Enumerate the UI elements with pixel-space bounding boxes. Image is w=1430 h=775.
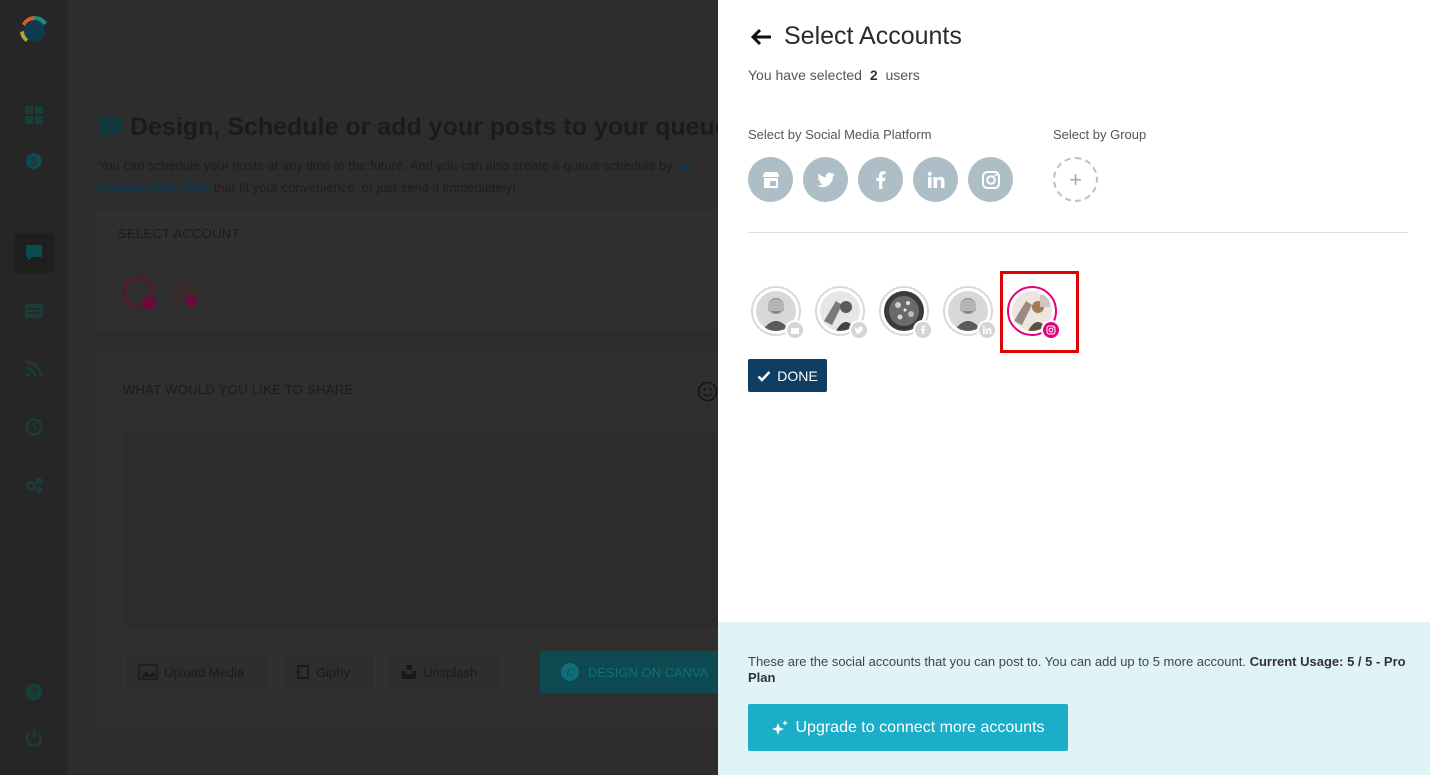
page-header: Design, Schedule or add your posts to yo… [98,113,729,142]
selection-highlight [1000,271,1079,353]
share-label: WHAT WOULD YOU LIKE TO SHARE [123,382,354,397]
done-button[interactable]: DONE [748,359,827,392]
platform-section-label: Select by Social Media Platform [748,127,932,142]
select-accounts-panel: Select Accounts You have selected 2 user… [718,0,1430,775]
selected-count: 2 [869,67,878,83]
design-on-canva-label: DESIGN ON CANVA [588,664,709,680]
unsplash-label: Unsplash [423,664,478,680]
nav-logout[interactable] [14,718,54,758]
app-logo-icon [20,15,47,42]
back-arrow-icon[interactable] [750,25,774,49]
nav-compose[interactable] [14,233,54,273]
compose-icon [26,245,42,261]
nav-settings[interactable] [14,465,54,505]
help-icon: ? [25,683,43,701]
done-label: DONE [777,367,818,384]
page-title: Design, Schedule or add your posts to yo… [130,113,729,141]
dollar-icon: $ [26,153,42,169]
panel-title: Select Accounts [784,22,962,50]
platform-linkedin[interactable] [913,157,958,202]
nav-feeds[interactable] [14,349,54,389]
desc-link[interactable]: se [676,158,690,173]
check-icon [757,370,771,382]
facebook-icon [875,170,885,189]
upgrade-label: Upgrade to connect more accounts [795,718,1045,736]
plus-icon: + [1069,166,1082,192]
post-textarea[interactable] [123,430,723,630]
platform-google-business[interactable] [748,157,793,202]
twitter-badge-icon [849,320,869,340]
giphy-icon [297,665,309,679]
account-twitter[interactable] [815,286,869,340]
platform-instagram[interactable] [968,157,1013,202]
history-icon [25,418,43,436]
giphy-button[interactable]: Giphy [281,651,376,693]
desc-text: You can schedule your posts at any time … [98,158,677,173]
design-on-canva-button[interactable]: C DESIGN ON CANVA [540,651,730,693]
unsplash-icon [402,665,416,679]
svg-text:C: C [566,667,574,679]
select-account-label: SELECT ACCOUNT [118,226,240,241]
platform-twitter[interactable] [803,157,848,202]
nav-dashboard[interactable] [14,95,54,135]
footer-info-text: These are the social accounts that you c… [748,654,1413,686]
page-description: You can schedule your posts at any time … [98,155,718,199]
panel-header: Select Accounts [750,22,962,51]
nav-queue[interactable] [14,291,54,331]
google-my-business-badge-icon [785,320,805,340]
account-linkedin[interactable] [943,286,997,340]
upload-media-button[interactable]: Upload Media [123,651,271,693]
power-icon [25,729,43,747]
svg-text:?: ? [30,685,37,699]
section-divider [748,232,1408,233]
footer-text: These are the social accounts that you c… [748,654,1246,669]
image-icon [138,664,158,680]
remove-badge[interactable] [142,296,156,310]
upgrade-button[interactable]: Upgrade to connect more accounts [748,704,1068,751]
upload-media-label: Upload Media [164,664,245,680]
group-section-label: Select by Group [1053,127,1147,142]
panel-footer: These are the social accounts that you c… [718,622,1430,775]
selected-prefix: You have selected [748,67,862,83]
rss-icon [25,360,43,378]
instagram-badge-icon [185,295,197,307]
instagram-icon [981,170,1000,189]
sparkle-stars-icon [772,719,789,735]
svg-text:$: $ [31,156,37,168]
platform-facebook[interactable] [858,157,903,202]
linkedin-icon [927,171,944,188]
app-sidebar: $ ? [0,0,68,775]
emoji-icon[interactable] [697,381,718,402]
add-group-button[interactable]: + [1053,157,1098,202]
compose-icon [100,117,122,139]
selected-suffix: users [885,67,920,83]
posting-slots-link[interactable]: posting-time slots [98,180,210,195]
twitter-icon [816,172,835,187]
gears-icon [26,477,43,493]
account-facebook[interactable] [879,286,933,340]
linkedin-badge-icon [977,320,997,340]
nav-history[interactable] [14,407,54,447]
giphy-label: Giphy [316,664,350,680]
desc-text-2: that fit your convenience, or just send … [209,180,516,195]
dashboard-icon [25,106,43,124]
list-icon [25,304,43,318]
unsplash-button[interactable]: Unsplash [386,651,503,693]
facebook-badge-icon [913,320,933,340]
nav-help[interactable]: ? [14,672,54,712]
account-google-business[interactable] [751,286,805,340]
nav-billing[interactable]: $ [14,141,54,181]
selected-count-text: You have selected 2 users [748,67,920,83]
google-my-business-icon [762,171,779,188]
canva-icon: C [561,663,579,681]
